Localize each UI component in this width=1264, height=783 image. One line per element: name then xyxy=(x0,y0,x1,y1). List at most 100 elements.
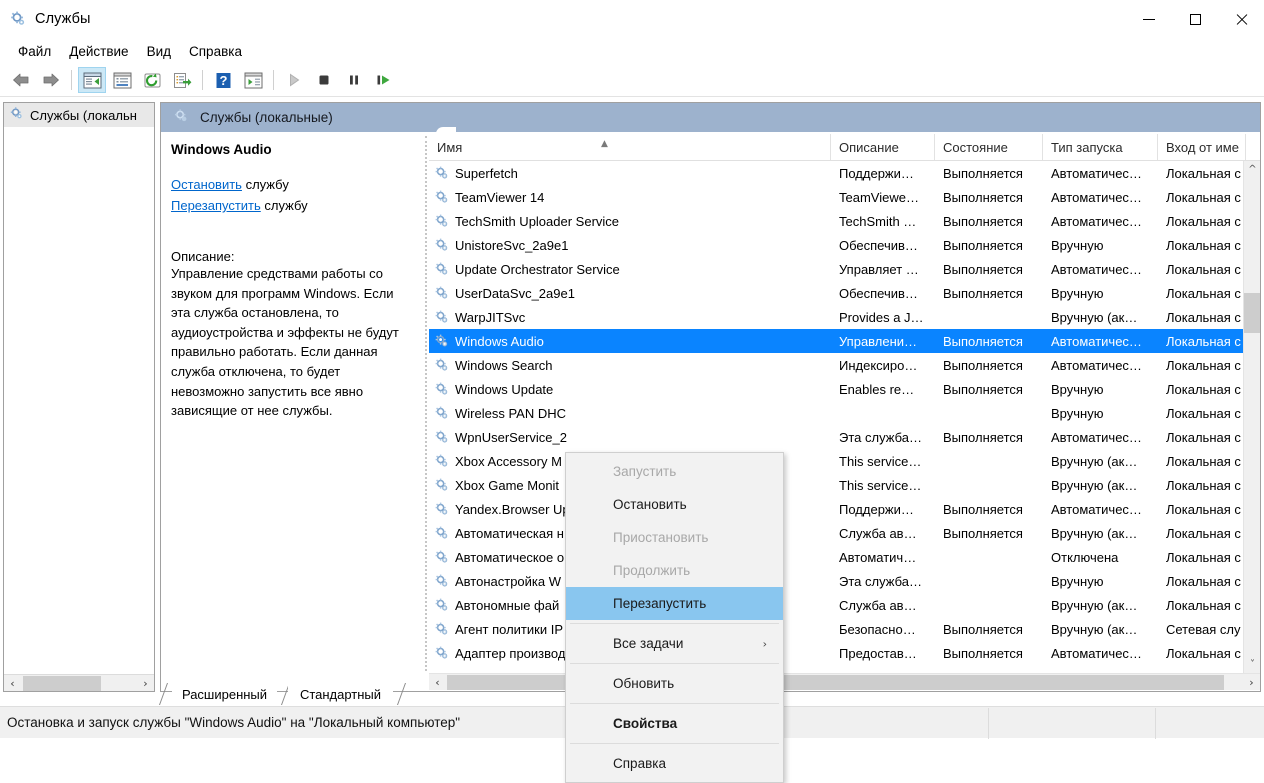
context-menu-separator xyxy=(570,703,779,704)
list-vertical-scrollbar[interactable]: ^ ˅ xyxy=(1243,161,1260,673)
cell-log-on-as: Локальная с xyxy=(1158,233,1246,257)
column-description[interactable]: Описание xyxy=(831,134,935,160)
menu-action[interactable]: Действие xyxy=(60,41,137,62)
cell-log-on-as: Локальная с xyxy=(1158,497,1246,521)
table-row[interactable]: UserDataSvc_2a9e1Обеспечив…ВыполняетсяВр… xyxy=(429,281,1260,305)
cell-text: Автоматич… xyxy=(839,550,916,565)
detail-service-title: Windows Audio xyxy=(171,142,411,157)
pane-header-tab: Службы (локальные) xyxy=(161,103,363,132)
menu-file[interactable]: Файл xyxy=(9,41,60,62)
column-log-on-as[interactable]: Вход от име xyxy=(1158,134,1246,160)
tab-extended[interactable]: Расширенный xyxy=(172,683,277,705)
scroll-thumb[interactable] xyxy=(23,676,101,691)
cell-state xyxy=(935,401,1043,425)
menu-view[interactable]: Вид xyxy=(138,41,180,62)
context-menu-separator xyxy=(570,623,779,624)
refresh-icon[interactable] xyxy=(138,67,166,93)
cell-text: Выполняется xyxy=(943,334,1023,349)
table-row[interactable]: Автономные файСлужба ав…Вручную (ак…Лока… xyxy=(429,593,1260,617)
menu-help[interactable]: Справка xyxy=(180,41,251,62)
ctx-stop-label: Остановить xyxy=(613,497,687,512)
cell-text: Вручную xyxy=(1051,406,1103,421)
minimize-button[interactable] xyxy=(1126,0,1172,38)
cell-log-on-as: Локальная с xyxy=(1158,521,1246,545)
console-tree-pane: Службы (локальн ‹ › xyxy=(3,102,155,692)
table-row[interactable]: Xbox Accessory MThis service…Вручную (ак… xyxy=(429,449,1260,473)
cell-text: TechSmith Uploader Service xyxy=(455,214,619,229)
table-row[interactable]: UnistoreSvc_2a9e1Обеспечив…ВыполняетсяВр… xyxy=(429,233,1260,257)
table-row[interactable]: SuperfetchПоддержи…ВыполняетсяАвтоматиче… xyxy=(429,161,1260,185)
tree-horizontal-scrollbar[interactable]: ‹ › xyxy=(4,674,154,691)
table-row[interactable]: TechSmith Uploader ServiceTechSmith …Вып… xyxy=(429,209,1260,233)
cell-text: Локальная с xyxy=(1166,286,1241,301)
service-gear-icon xyxy=(433,333,450,349)
panel-divider xyxy=(425,136,427,671)
start-service-icon[interactable] xyxy=(280,67,308,93)
cell-startup-type: Вручную xyxy=(1043,569,1158,593)
export-list-icon[interactable] xyxy=(168,67,196,93)
table-row[interactable]: WpnUserService_2Эта служба…ВыполняетсяАв… xyxy=(429,425,1260,449)
cell-startup-type: Вручную (ак… xyxy=(1043,305,1158,329)
cell-log-on-as: Локальная с xyxy=(1158,209,1246,233)
show-action-pane-icon[interactable] xyxy=(239,67,267,93)
service-gear-icon xyxy=(433,597,450,613)
cell-text: Выполняется xyxy=(943,166,1023,181)
cell-startup-type: Автоматичес… xyxy=(1043,329,1158,353)
stop-service-link[interactable]: Остановить xyxy=(171,177,242,192)
table-row[interactable]: Автонастройка WЭта служба…ВручнуюЛокальн… xyxy=(429,569,1260,593)
tab-standard[interactable]: Стандартный xyxy=(288,683,393,705)
scroll-right-icon[interactable]: › xyxy=(137,675,154,692)
column-name[interactable]: Имя xyxy=(429,134,831,160)
services-gear-icon xyxy=(9,106,24,124)
cell-state: Выполняется xyxy=(935,425,1043,449)
table-row[interactable]: Windows AudioУправлени…ВыполняетсяАвтома… xyxy=(429,329,1260,353)
column-startup-type[interactable]: Тип запуска xyxy=(1043,134,1158,160)
table-row[interactable]: Xbox Game MonitThis service…Вручную (ак…… xyxy=(429,473,1260,497)
forward-icon[interactable] xyxy=(37,67,65,93)
cell-startup-type: Автоматичес… xyxy=(1043,425,1158,449)
ctx-refresh[interactable]: Обновить xyxy=(566,667,783,700)
ctx-properties[interactable]: Свойства xyxy=(566,707,783,740)
service-gear-icon xyxy=(433,357,450,373)
table-row[interactable]: WarpJITSvcProvides a J…Вручную (ак…Локал… xyxy=(429,305,1260,329)
table-row[interactable]: Автоматическая нСлужба ав…ВыполняетсяВру… xyxy=(429,521,1260,545)
table-row[interactable]: Windows UpdateEnables re…ВыполняетсяВруч… xyxy=(429,377,1260,401)
table-row[interactable]: Yandex.Browser UpПоддержи…ВыполняетсяАвт… xyxy=(429,497,1260,521)
table-row[interactable]: Wireless PAN DHCВручнуюЛокальная с xyxy=(429,401,1260,425)
restart-service-link[interactable]: Перезапустить xyxy=(171,198,261,213)
column-state[interactable]: Состояние xyxy=(935,134,1043,160)
table-row[interactable]: Адаптер производительности WMIПредостав…… xyxy=(429,641,1260,665)
scroll-up-icon[interactable]: ^ xyxy=(1244,161,1260,178)
table-row[interactable]: Автоматическое оАвтоматич…ОтключенаЛокал… xyxy=(429,545,1260,569)
service-gear-icon xyxy=(433,645,450,661)
help-icon[interactable]: ? xyxy=(209,67,237,93)
restart-service-icon[interactable] xyxy=(370,67,398,93)
close-button[interactable] xyxy=(1218,0,1264,38)
scroll-down-icon[interactable]: ˅ xyxy=(1244,656,1260,673)
back-icon[interactable] xyxy=(7,67,35,93)
service-gear-icon xyxy=(433,309,450,325)
cell-log-on-as: Локальная с xyxy=(1158,185,1246,209)
ctx-stop[interactable]: Остановить xyxy=(566,488,783,521)
properties-icon[interactable] xyxy=(108,67,136,93)
stop-service-icon[interactable] xyxy=(310,67,338,93)
table-row[interactable]: TeamViewer 14TeamViewe…ВыполняетсяАвтома… xyxy=(429,185,1260,209)
column-state-label: Состояние xyxy=(943,140,1008,155)
cell-description: Поддержи… xyxy=(831,161,935,185)
vertical-scroll-thumb[interactable] xyxy=(1244,293,1260,333)
tree-item-services-local[interactable]: Службы (локальн xyxy=(4,103,154,127)
table-row[interactable]: Агент политики IPБезопасно…ВыполняетсяВр… xyxy=(429,617,1260,641)
ctx-all-tasks[interactable]: Все задачи› xyxy=(566,627,783,660)
show-hide-console-tree-icon[interactable] xyxy=(78,67,106,93)
table-row[interactable]: Windows SearchИндексиро…ВыполняетсяАвтом… xyxy=(429,353,1260,377)
table-row[interactable]: Update Orchestrator ServiceУправляет …Вы… xyxy=(429,257,1260,281)
cell-description: Поддержи… xyxy=(831,497,935,521)
cell-text: Локальная с xyxy=(1166,598,1241,613)
ctx-help[interactable]: Справка xyxy=(566,747,783,780)
scroll-left-icon[interactable]: ‹ xyxy=(4,675,21,692)
service-context-menu: ЗапуститьОстановитьПриостановитьПродолжи… xyxy=(565,452,784,783)
pause-service-icon[interactable] xyxy=(340,67,368,93)
maximize-button[interactable] xyxy=(1172,0,1218,38)
ctx-restart[interactable]: Перезапустить xyxy=(566,587,783,620)
cell-text: Автоматичес… xyxy=(1051,430,1142,445)
